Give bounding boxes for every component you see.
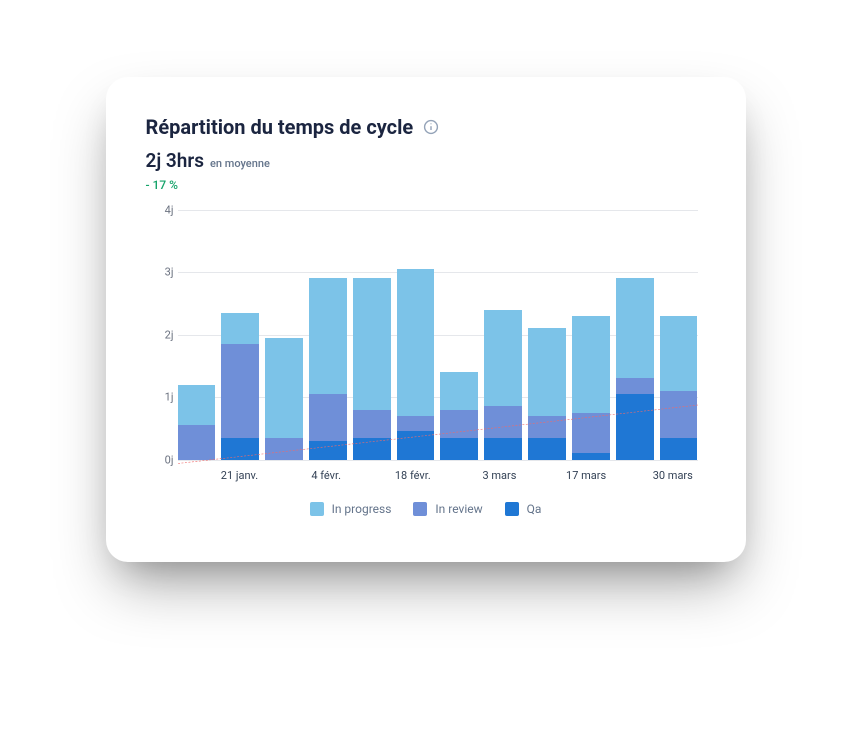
bar-segment-in_review: [221, 344, 259, 438]
bar[interactable]: [440, 210, 478, 460]
bar-segment-qa: [309, 441, 347, 460]
legend-swatch: [310, 502, 324, 516]
bar-segment-in_progress: [309, 278, 347, 394]
bar[interactable]: [528, 210, 566, 460]
bar-segment-in_review: [353, 410, 391, 438]
legend-item-in_progress[interactable]: In progress: [310, 502, 392, 516]
title-row: Répartition du temps de cycle: [146, 115, 706, 139]
bar-segment-in_review: [616, 378, 654, 394]
metric-row: 2j 3hrs en moyenne: [146, 149, 706, 172]
y-tick-label: 0j: [150, 453, 174, 466]
x-tick-label: 17 mars: [564, 469, 607, 482]
metric-delta: - 17 %: [146, 178, 706, 192]
legend-swatch: [505, 502, 519, 516]
bar[interactable]: [572, 210, 610, 460]
bar-segment-in_progress: [616, 278, 654, 378]
bar-segment-in_review: [265, 438, 303, 460]
bar[interactable]: [616, 210, 654, 460]
info-icon[interactable]: [423, 119, 439, 135]
legend-swatch: [413, 502, 427, 516]
bar-segment-in_progress: [221, 313, 259, 344]
chart-card: Répartition du temps de cycle 2j 3hrs en…: [106, 77, 746, 562]
bar-segment-qa: [528, 438, 566, 460]
bar[interactable]: [265, 210, 303, 460]
bar-segment-in_progress: [440, 372, 478, 410]
legend-item-in_review[interactable]: In review: [413, 502, 482, 516]
x-tick-label: 4 févr.: [304, 469, 347, 482]
bar-segment-in_review: [309, 394, 347, 441]
bar[interactable]: [660, 210, 698, 460]
metric-suffix: en moyenne: [210, 157, 270, 170]
x-axis-labels: .21 janv..4 févr..18 févr..3 mars.17 mar…: [178, 469, 698, 482]
bar-segment-in_progress: [528, 328, 566, 416]
legend-item-qa[interactable]: Qa: [505, 502, 542, 516]
bar-segment-in_progress: [397, 269, 435, 416]
y-tick-label: 2j: [150, 328, 174, 341]
bar-segment-qa: [440, 438, 478, 460]
x-tick-label: 30 mars: [651, 469, 694, 482]
bar-segment-qa: [353, 438, 391, 460]
bar[interactable]: [353, 210, 391, 460]
plot-area: 0j1j2j3j4j: [178, 210, 698, 460]
chart-plot: 0j1j2j3j4j .21 janv..4 févr..18 févr..3 …: [146, 210, 706, 500]
bar-segment-in_review: [484, 406, 522, 437]
bar-segment-in_progress: [572, 316, 610, 413]
bar-segment-in_progress: [178, 385, 216, 426]
bar-segment-in_review: [660, 391, 698, 438]
bars-container: [178, 210, 698, 460]
bar[interactable]: [221, 210, 259, 460]
chart-legend: In progress In review Qa: [146, 502, 706, 516]
bar-segment-in_review: [178, 425, 216, 459]
bar-segment-in_progress: [484, 310, 522, 407]
bar-segment-in_progress: [660, 316, 698, 391]
y-tick-label: 3j: [150, 266, 174, 279]
metric-value: 2j 3hrs: [146, 149, 205, 172]
bar-segment-qa: [484, 438, 522, 460]
x-tick-label: 21 janv.: [218, 469, 261, 482]
bar-segment-qa: [221, 438, 259, 460]
y-tick-label: 4j: [150, 203, 174, 216]
bar[interactable]: [178, 210, 216, 460]
bar-segment-qa: [397, 431, 435, 459]
bar-segment-qa: [616, 394, 654, 460]
bar[interactable]: [309, 210, 347, 460]
bar-segment-qa: [660, 438, 698, 460]
gridline: [178, 460, 698, 461]
bar[interactable]: [397, 210, 435, 460]
legend-label: In review: [435, 502, 482, 516]
legend-label: Qa: [527, 502, 542, 516]
bar[interactable]: [484, 210, 522, 460]
page-title: Répartition du temps de cycle: [146, 115, 414, 139]
x-tick-label: 18 févr.: [391, 469, 434, 482]
bar-segment-qa: [572, 453, 610, 459]
bar-segment-in_progress: [265, 338, 303, 438]
bar-segment-in_progress: [353, 278, 391, 409]
legend-label: In progress: [332, 502, 392, 516]
y-tick-label: 1j: [150, 391, 174, 404]
bar-segment-in_review: [397, 416, 435, 432]
x-tick-label: 3 mars: [478, 469, 521, 482]
stage: Répartition du temps de cycle 2j 3hrs en…: [0, 0, 851, 638]
bar-segment-in_review: [572, 413, 610, 454]
bar-segment-in_review: [440, 410, 478, 438]
bar-segment-in_review: [528, 416, 566, 438]
